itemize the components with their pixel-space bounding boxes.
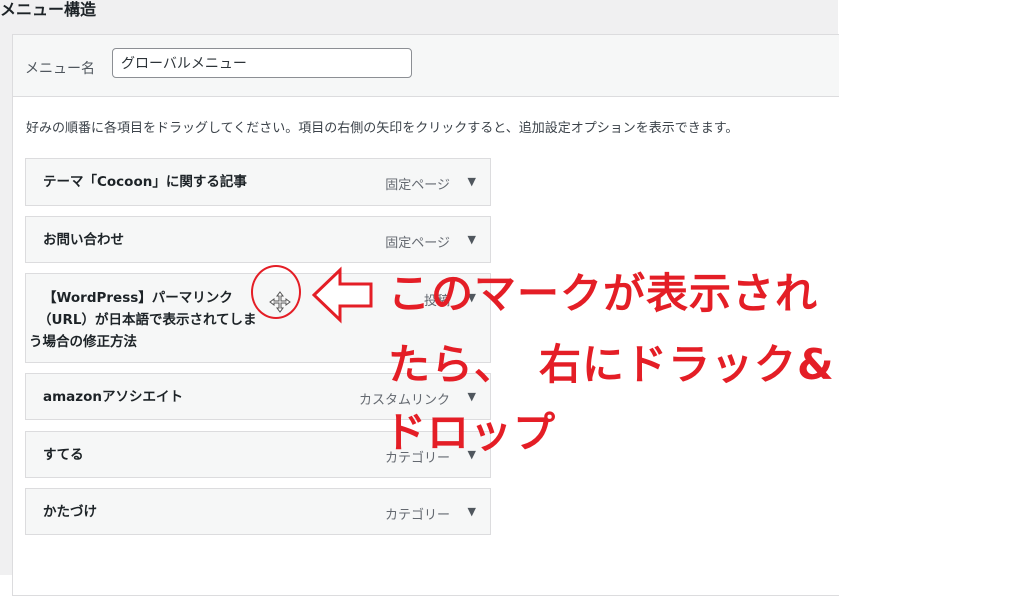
menu-item-type: カテゴリー xyxy=(384,508,450,523)
menu-item-type: 固定ページ xyxy=(385,178,450,193)
drag-instructions: 好みの順番に各項目をドラッグしてください。項目の右側の矢印をクリックすると、追加… xyxy=(26,121,739,136)
annotation-line-1: このマークが表示され xyxy=(388,269,819,318)
menu-item-title-line-2: （URL）が日本語で表示されてしま xyxy=(38,312,257,328)
menu-item-title: amazonアソシエイト xyxy=(43,389,184,405)
menu-item[interactable]: お問い合わせ 固定ページ ▼ xyxy=(25,216,491,263)
menu-item[interactable]: テーマ「Cocoon」に関する記事 固定ページ ▼ xyxy=(25,158,491,206)
menu-name-row: メニュー名 xyxy=(13,35,839,97)
left-arrow-icon xyxy=(312,266,373,324)
annotation-line-2: たら、 右にドラック& xyxy=(388,340,835,389)
menu-item-title: テーマ「Cocoon」に関する記事 xyxy=(43,174,247,190)
menu-item[interactable]: かたづけ カテゴリー ▼ xyxy=(25,488,491,535)
chevron-down-icon[interactable]: ▼ xyxy=(468,505,476,518)
annotation-line-3: ドロップ xyxy=(384,408,557,457)
menu-item-title: すてる xyxy=(43,447,84,463)
menu-name-input[interactable] xyxy=(112,48,412,78)
chevron-down-icon[interactable]: ▼ xyxy=(468,233,476,246)
menu-item-title: お問い合わせ xyxy=(43,232,124,248)
chevron-down-icon[interactable]: ▼ xyxy=(468,175,476,188)
section-title: メニュー構造 xyxy=(0,0,97,19)
highlight-circle xyxy=(251,265,301,319)
menu-name-label: メニュー名 xyxy=(25,61,95,77)
menu-item-type: 固定ページ xyxy=(385,236,450,251)
menu-item-title-line-1: 【WordPress】パーマリンク xyxy=(43,290,233,306)
menu-item-title-line-3: う場合の修正方法 xyxy=(29,334,137,350)
menu-item-title: かたづけ xyxy=(43,504,97,520)
